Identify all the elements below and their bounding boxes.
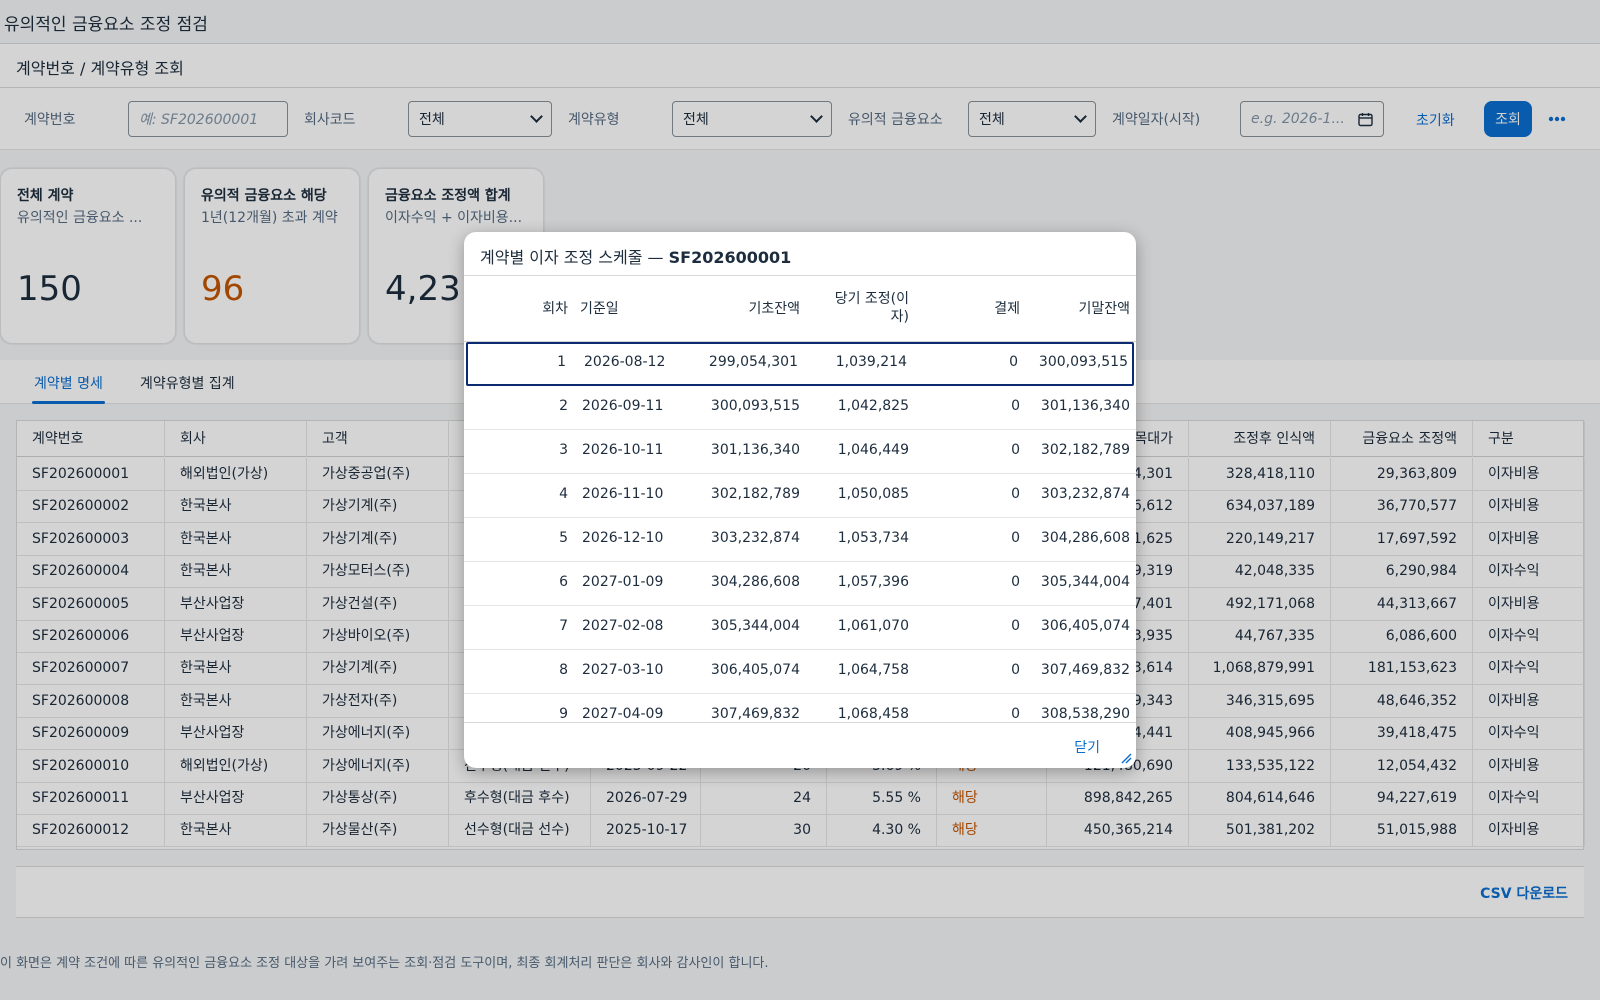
schedule-cell: 302,182,789 (710, 486, 800, 502)
schedule-row[interactable]: 1 2026-08-12 299,054,301 1,039,214 0 300,093,… (466, 342, 1134, 386)
schedule-cell: 0 (1011, 706, 1020, 722)
schedule-column-header[interactable]: 기말잔액 (1078, 298, 1130, 318)
schedule-cell: 308,538,290 (1040, 706, 1130, 722)
schedule-cell: 299,054,301 (708, 354, 798, 370)
schedule-cell: 0 (1011, 618, 1020, 634)
schedule-column-header[interactable]: 결제 (994, 298, 1020, 318)
schedule-cell: 1 (557, 354, 566, 370)
schedule-cell: 0 (1009, 354, 1018, 370)
schedule-cell: 2 (559, 398, 568, 414)
schedule-cell: 2026-09-11 (582, 398, 664, 414)
schedule-row[interactable]: 7 2027-02-08 305,344,004 1,061,070 0 306,405,… (464, 606, 1136, 650)
schedule-cell: 2026-11-10 (582, 486, 664, 502)
schedule-cell: 1,061,070 (837, 618, 909, 634)
schedule-cell: 0 (1011, 574, 1020, 590)
schedule-cell: 1,042,825 (837, 398, 909, 414)
schedule-cell: 2027-01-09 (582, 574, 664, 590)
schedule-row[interactable]: 4 2026-11-10 302,182,789 1,050,085 0 303,232,… (464, 474, 1136, 518)
schedule-cell: 3 (559, 442, 568, 458)
schedule-header-row: 회차 기준일 기초잔액 당기 조정(이 자) 결제 기말잔액 (464, 276, 1136, 342)
schedule-cell: 1,053,734 (837, 530, 909, 546)
schedule-row[interactable]: 2 2026-09-11 300,093,515 1,042,825 0 301,136,… (464, 386, 1136, 430)
dialog-title-prefix: 계약별 이자 조정 스케줄 — (480, 248, 669, 267)
schedule-dialog: 계약별 이자 조정 스케줄 — SF202600001 회차 기준일 기초잔액 당기 … (464, 232, 1136, 768)
schedule-column-header[interactable]: 기초잔액 (748, 298, 800, 318)
schedule-cell: 2026-12-10 (582, 530, 664, 546)
schedule-cell: 0 (1011, 442, 1020, 458)
schedule-cell: 305,344,004 (1040, 574, 1130, 590)
schedule-cell: 306,405,074 (1040, 618, 1130, 634)
schedule-row[interactable]: 3 2026-10-11 301,136,340 1,046,449 0 302,182,… (464, 430, 1136, 474)
schedule-column-header[interactable]: 회차 (542, 298, 568, 318)
schedule-cell: 300,093,515 (1038, 354, 1128, 370)
resize-handle-icon[interactable] (1120, 752, 1132, 764)
schedule-cell: 303,232,874 (710, 530, 800, 546)
schedule-cell: 1,046,449 (837, 442, 909, 458)
schedule-cell: 0 (1011, 662, 1020, 678)
dialog-title: 계약별 이자 조정 스케줄 — SF202600001 (464, 232, 1136, 276)
schedule-cell: 5 (559, 530, 568, 546)
schedule-row[interactable]: 9 2027-04-09 307,469,832 1,068,458 0 308,538,… (464, 694, 1136, 722)
schedule-table: 회차 기준일 기초잔액 당기 조정(이 자) 결제 기말잔액 1 2026-08-12 299,0… (464, 276, 1136, 722)
schedule-row[interactable]: 5 2026-12-10 303,232,874 1,053,734 0 304,286,… (464, 518, 1136, 562)
schedule-cell: 1,039,214 (835, 354, 907, 370)
close-button[interactable]: 닫기 (1074, 737, 1100, 757)
schedule-cell: 300,093,515 (710, 398, 800, 414)
dialog-title-contract: SF202600001 (668, 248, 792, 267)
schedule-cell: 1,064,758 (837, 662, 909, 678)
schedule-cell: 7 (559, 618, 568, 634)
schedule-cell: 0 (1011, 398, 1020, 414)
schedule-cell: 304,286,608 (710, 574, 800, 590)
schedule-cell: 2026-08-12 (584, 354, 666, 370)
schedule-cell: 304,286,608 (1040, 530, 1130, 546)
schedule-cell: 2027-03-10 (582, 662, 664, 678)
schedule-cell: 2027-02-08 (582, 618, 664, 634)
schedule-cell: 301,136,340 (710, 442, 800, 458)
schedule-cell: 1,050,085 (837, 486, 909, 502)
schedule-cell: 305,344,004 (710, 618, 800, 634)
schedule-cell: 307,469,832 (1040, 662, 1130, 678)
schedule-cell: 2026-10-11 (582, 442, 664, 458)
schedule-cell: 4 (559, 486, 568, 502)
schedule-cell: 1,057,396 (837, 574, 909, 590)
schedule-column-header[interactable]: 자) (891, 306, 909, 326)
schedule-cell: 306,405,074 (710, 662, 800, 678)
schedule-row[interactable]: 8 2027-03-10 306,405,074 1,064,758 0 307,469,… (464, 650, 1136, 694)
schedule-column-header[interactable]: 당기 조정(이 (835, 288, 909, 308)
schedule-cell: 8 (559, 662, 568, 678)
schedule-cell: 0 (1011, 486, 1020, 502)
schedule-cell: 302,182,789 (1040, 442, 1130, 458)
schedule-cell: 307,469,832 (710, 706, 800, 722)
schedule-row[interactable]: 6 2027-01-09 304,286,608 1,057,396 0 305,344,… (464, 562, 1136, 606)
schedule-column-header[interactable]: 기준일 (580, 298, 619, 318)
schedule-cell: 9 (559, 706, 568, 722)
dialog-footer: 닫기 (464, 722, 1136, 768)
schedule-cell: 0 (1011, 530, 1020, 546)
schedule-cell: 6 (559, 574, 568, 590)
schedule-cell: 301,136,340 (1040, 398, 1130, 414)
schedule-cell: 303,232,874 (1040, 486, 1130, 502)
schedule-cell: 1,068,458 (837, 706, 909, 722)
schedule-cell: 2027-04-09 (582, 706, 664, 722)
